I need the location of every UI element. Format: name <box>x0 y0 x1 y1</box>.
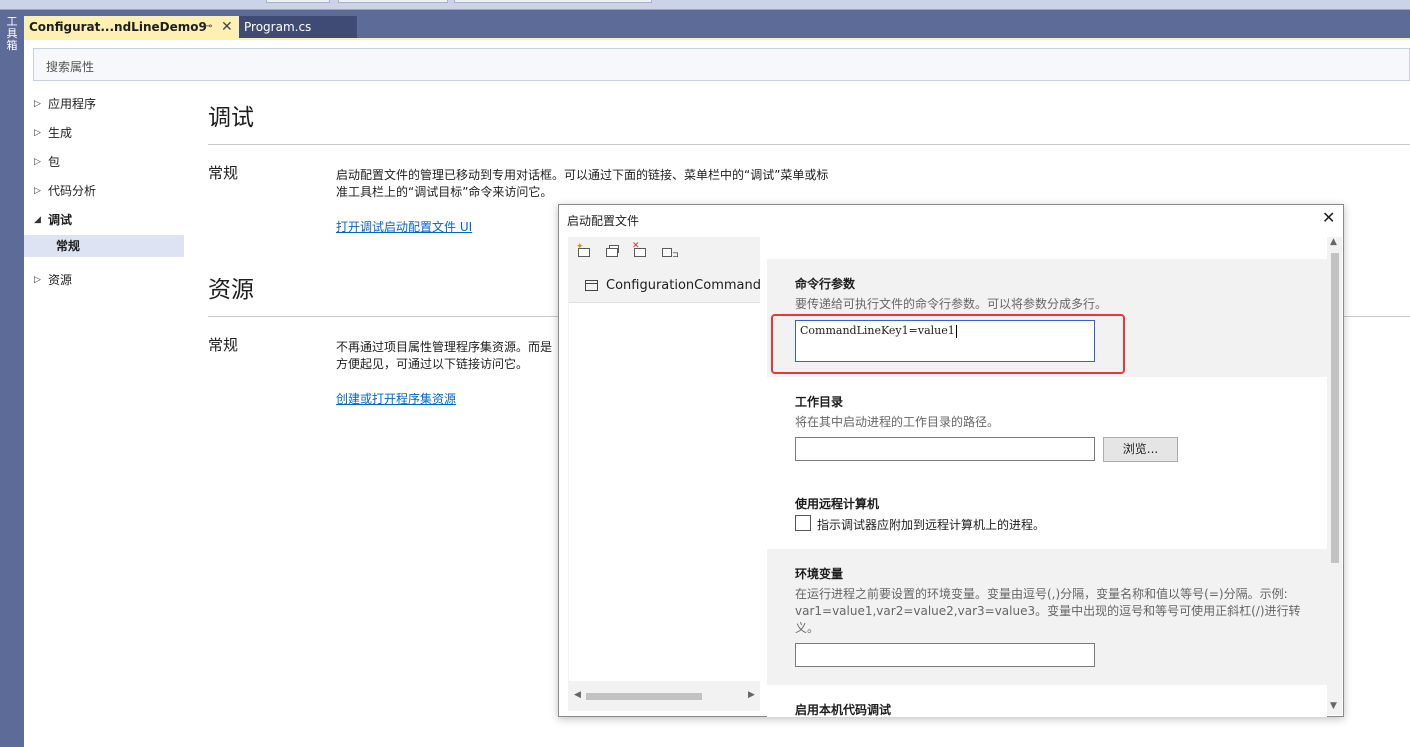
scroll-left-icon[interactable]: ◀ <box>574 690 581 700</box>
profile-list: ConfigurationCommandLineDemo9 <box>569 269 760 681</box>
tab-title: Program.cs <box>244 20 312 34</box>
launch-profiles-dialog: 启动配置文件 ✕ ✦ ✕ ⊐ ConfigurationCommandLineD… <box>558 204 1344 717</box>
cmdline-title: 命令行参数 <box>795 277 856 291</box>
tree-item-label: 包 <box>48 155 61 169</box>
settings-band <box>767 237 1327 259</box>
tree-item-build[interactable]: ▷ 生成 <box>24 122 184 144</box>
section-divider <box>208 144 1410 145</box>
pin-icon[interactable]: ⊸ <box>204 16 212 38</box>
scroll-right-icon[interactable]: ▶ <box>748 690 755 700</box>
scrollbar-thumb[interactable] <box>586 693 702 700</box>
remote-title: 使用远程计算机 <box>795 497 880 511</box>
workdir-description: 将在其中启动进程的工作目录的路径。 <box>795 415 1000 429</box>
tree-item-debug-general[interactable]: 常规 <box>24 235 184 257</box>
native-debug-title: 启用本机代码调试 <box>795 703 892 717</box>
profile-name: ConfigurationCommandLineDemo9 <box>606 278 760 293</box>
description-line: 义。 <box>795 621 820 635</box>
vertical-scrollbar[interactable]: ▲ ▼ <box>1327 237 1342 715</box>
expand-arrow-icon[interactable]: ▷ <box>34 180 41 202</box>
expand-arrow-icon[interactable]: ▷ <box>34 151 41 173</box>
subsection-title: 常规 <box>208 336 239 354</box>
tree-item-label: 调试 <box>48 213 73 227</box>
search-placeholder: 搜索属性 <box>46 60 95 74</box>
cmdline-description: 要传递给可执行文件的命令行参数。可以将参数分成多行。 <box>795 297 1108 311</box>
tree-item-label: 资源 <box>48 273 73 287</box>
tree-item-label: 代码分析 <box>48 184 97 198</box>
profile-box-shape <box>662 248 672 257</box>
env-description: 在运行进程之前要设置的环境变量。变量由逗号(,)分隔，变量名称和值以等号(=)分… <box>795 586 1315 637</box>
tree-item-resources[interactable]: ▷ 资源 <box>24 269 184 291</box>
plus-mark: ✦ <box>576 242 584 252</box>
env-variables-input[interactable] <box>795 643 1095 667</box>
toolbar-segment[interactable] <box>338 0 448 3</box>
collapse-arrow-icon[interactable]: ◢ <box>34 209 41 231</box>
description-line: 启动配置文件的管理已移动到专用对话框。可以通过下面的链接、菜单栏中的“调试”菜单… <box>336 168 829 182</box>
horizontal-scrollbar[interactable]: ◀ ▶ <box>568 689 760 703</box>
expand-arrow-icon[interactable]: ▷ <box>34 93 41 115</box>
profiles-pane: ✦ ✕ ⊐ ConfigurationCommandLineDemo9 ◀ ▶ <box>568 237 760 711</box>
profile-icon <box>585 280 598 291</box>
expand-arrow-icon[interactable]: ▷ <box>34 122 41 144</box>
delete-profile-icon[interactable]: ✕ <box>632 241 648 259</box>
search-properties-input[interactable]: 搜索属性 <box>33 48 1410 81</box>
tab-title: Configurat...ndLineDemo9 <box>29 20 207 34</box>
rename-profile-icon[interactable]: ⊐ <box>660 245 679 259</box>
toolbar-segment[interactable] <box>454 0 652 3</box>
duplicate-profile-icon[interactable] <box>604 245 620 259</box>
dialog-title: 启动配置文件 <box>567 214 640 228</box>
tree-item-code-analysis[interactable]: ▷ 代码分析 <box>24 180 184 202</box>
description-line: 准工具栏上的“调试目标”命令来访问它。 <box>336 185 553 199</box>
native-band: 启用本机代码调试 <box>767 685 1327 717</box>
expand-arrow-icon[interactable]: ▷ <box>34 269 41 291</box>
remote-machine-checkbox[interactable] <box>795 515 811 531</box>
profile-box-shape <box>606 248 618 257</box>
dialog-close-icon[interactable]: ✕ <box>1322 208 1335 227</box>
section-title-debug: 调试 <box>208 105 254 131</box>
toolbox-label[interactable]: 工具箱 <box>3 16 21 52</box>
tab-project-properties[interactable]: Configurat...ndLineDemo9 ⊸ ✕ <box>24 16 239 38</box>
subsection-title: 常规 <box>208 164 239 182</box>
scroll-down-icon[interactable]: ▼ <box>1330 701 1337 711</box>
env-title: 环境变量 <box>795 567 844 581</box>
x-mark: ✕ <box>632 241 640 251</box>
profile-toolbar: ✦ ✕ ⊐ <box>568 237 760 267</box>
tree-item-package[interactable]: ▷ 包 <box>24 151 184 173</box>
new-profile-icon[interactable]: ✦ <box>576 242 592 259</box>
open-launch-profiles-link[interactable]: 打开调试启动配置文件 UI <box>336 218 472 235</box>
tree-item-label: 常规 <box>56 239 81 253</box>
working-directory-input[interactable] <box>795 437 1095 461</box>
tree-item-application[interactable]: ▷ 应用程序 <box>24 93 184 115</box>
close-icon[interactable]: ✕ <box>221 16 233 38</box>
tab-program-cs[interactable]: Program.cs <box>239 16 357 38</box>
scrollbar-thumb[interactable] <box>1331 253 1339 563</box>
env-band: 环境变量 在运行进程之前要设置的环境变量。变量由逗号(,)分隔，变量名称和值以等… <box>767 549 1327 685</box>
scroll-up-icon[interactable]: ▲ <box>1330 237 1337 247</box>
top-toolbar-strip <box>0 0 1410 10</box>
description-line: 在运行进程之前要设置的环境变量。变量由逗号(,)分隔，变量名称和值以等号(=)分… <box>795 587 1288 601</box>
remote-machine-label: 指示调试器应附加到远程计算机上的进程。 <box>817 518 1046 532</box>
create-open-resources-link[interactable]: 创建或打开程序集资源 <box>336 390 456 407</box>
profile-settings-pane: 命令行参数 要传递给可执行文件的命令行参数。可以将参数分成多行。 Command… <box>767 237 1327 717</box>
toolbox-rail[interactable]: 工具箱 <box>0 10 24 747</box>
highlight-box <box>771 314 1125 374</box>
workdir-title: 工作目录 <box>795 395 844 409</box>
section-title-resources: 资源 <box>208 277 254 303</box>
profile-list-item[interactable]: ConfigurationCommandLineDemo9 <box>569 269 760 303</box>
description-line: var1=value1,var2=value2,var3=value3。变量中出… <box>795 604 1301 618</box>
debug-description: 启动配置文件的管理已移动到专用对话框。可以通过下面的链接、菜单栏中的“调试”菜单… <box>336 167 836 201</box>
workdir-band: 工作目录 将在其中启动进程的工作目录的路径。 浏览... 使用远程计算机 指示调… <box>767 377 1327 549</box>
tree-item-debug[interactable]: ◢ 调试 <box>24 209 184 231</box>
toolbar-segment[interactable] <box>266 0 330 3</box>
browse-button[interactable]: 浏览... <box>1103 437 1178 462</box>
tag-mark: ⊐ <box>672 250 679 259</box>
tree-item-label: 生成 <box>48 126 73 140</box>
document-tabs: Configurat...ndLineDemo9 ⊸ ✕ Program.cs <box>24 16 1410 38</box>
tree-item-label: 应用程序 <box>48 97 97 111</box>
